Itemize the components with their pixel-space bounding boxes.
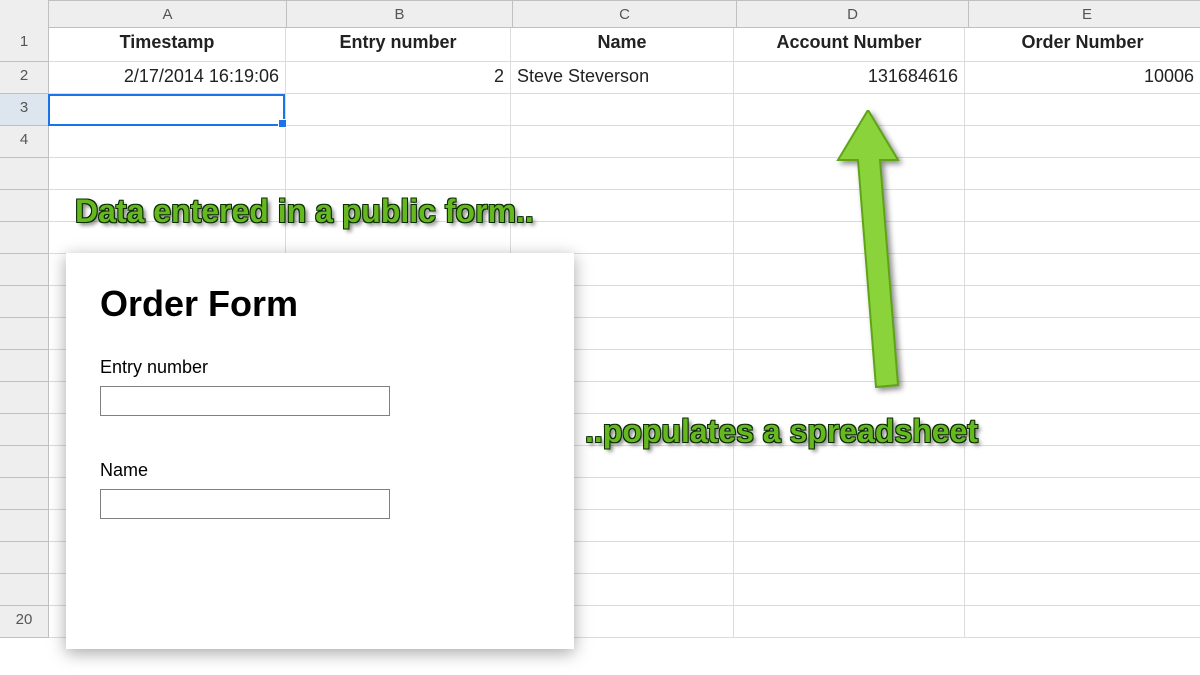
row-header-1[interactable]: 1 [0, 28, 49, 62]
row-header-blank[interactable] [0, 254, 49, 286]
column-header-row: A B C D E [0, 0, 1200, 28]
cell-d1[interactable]: Account Number [734, 28, 965, 62]
cell-c3[interactable] [511, 94, 734, 126]
row-header-blank[interactable] [0, 190, 49, 222]
cell-blank[interactable] [965, 574, 1200, 606]
cell-a2[interactable]: 2/17/2014 16:19:06 [49, 62, 286, 94]
form-field-label-name: Name [100, 460, 540, 481]
cell-blank[interactable] [965, 542, 1200, 574]
cell-blank[interactable] [965, 254, 1200, 286]
cell-e4[interactable] [965, 126, 1200, 158]
cell-a1[interactable]: Timestamp [49, 28, 286, 62]
col-header-d[interactable]: D [737, 0, 969, 28]
cell-blank[interactable] [965, 414, 1200, 446]
col-header-b[interactable]: B [287, 0, 513, 28]
cell-blank[interactable] [286, 158, 511, 190]
cell-blank[interactable] [734, 542, 965, 574]
cell-blank[interactable] [511, 222, 734, 254]
cell-b3[interactable] [286, 94, 511, 126]
row-header-blank[interactable] [0, 574, 49, 606]
cell-b1[interactable]: Entry number [286, 28, 511, 62]
row-header-blank[interactable] [0, 350, 49, 382]
annotation-text-1: Data entered in a public form.. [75, 193, 534, 230]
cell-a4[interactable] [49, 126, 286, 158]
row-header-blank[interactable] [0, 286, 49, 318]
row-header-blank[interactable] [0, 222, 49, 254]
cell-blank[interactable] [965, 318, 1200, 350]
form-field-label-entry-number: Entry number [100, 357, 540, 378]
cell-blank[interactable] [734, 606, 965, 638]
cell-c4[interactable] [511, 126, 734, 158]
cell-blank[interactable] [49, 158, 286, 190]
form-title: Order Form [100, 283, 540, 325]
row-header-2[interactable]: 2 [0, 62, 49, 94]
row-header-blank[interactable] [0, 446, 49, 478]
annotation-text-2: ..populates a spreadsheet [585, 413, 978, 450]
form-overlay: Order Form Entry number Name [66, 253, 574, 649]
col-header-e[interactable]: E [969, 0, 1200, 28]
row-header-blank[interactable] [0, 542, 49, 574]
cell-blank[interactable] [965, 158, 1200, 190]
cell-blank[interactable] [511, 190, 734, 222]
cell-blank[interactable] [965, 190, 1200, 222]
row-1: 1 Timestamp Entry number Name Account Nu… [0, 28, 1200, 62]
row-blank [0, 158, 1200, 190]
arrow-up-icon [808, 110, 928, 410]
col-header-a[interactable]: A [49, 0, 287, 28]
cell-c2[interactable]: Steve Steverson [511, 62, 734, 94]
cell-d2[interactable]: 131684616 [734, 62, 965, 94]
cell-blank[interactable] [965, 446, 1200, 478]
active-cell-outline [48, 94, 285, 126]
row-header-blank[interactable] [0, 318, 49, 350]
cell-b4[interactable] [286, 126, 511, 158]
cell-e3[interactable] [965, 94, 1200, 126]
cell-c1[interactable]: Name [511, 28, 734, 62]
row-header-blank[interactable]: 20 [0, 606, 49, 638]
row-header-blank[interactable] [0, 414, 49, 446]
row-2: 2 2/17/2014 16:19:06 2 Steve Steverson 1… [0, 62, 1200, 94]
cell-blank[interactable] [965, 222, 1200, 254]
entry-number-input[interactable] [100, 386, 390, 416]
cell-blank[interactable] [965, 510, 1200, 542]
row-header-blank[interactable] [0, 158, 49, 190]
cell-e2[interactable]: 10006 [965, 62, 1200, 94]
col-header-c[interactable]: C [513, 0, 737, 28]
cell-blank[interactable] [734, 510, 965, 542]
name-input[interactable] [100, 489, 390, 519]
cell-blank[interactable] [965, 606, 1200, 638]
row-4: 4 [0, 126, 1200, 158]
cell-blank[interactable] [734, 446, 965, 478]
row-header-3[interactable]: 3 [0, 94, 49, 126]
cell-blank[interactable] [965, 286, 1200, 318]
cell-blank[interactable] [965, 478, 1200, 510]
row-header-blank[interactable] [0, 510, 49, 542]
row-header-blank[interactable] [0, 382, 49, 414]
row-header-blank[interactable] [0, 478, 49, 510]
cell-blank[interactable] [734, 574, 965, 606]
cell-blank[interactable] [965, 350, 1200, 382]
cell-b2[interactable]: 2 [286, 62, 511, 94]
fill-handle[interactable] [278, 119, 287, 128]
cell-e1[interactable]: Order Number [965, 28, 1200, 62]
row-header-4[interactable]: 4 [0, 126, 49, 158]
cell-blank[interactable] [511, 158, 734, 190]
cell-blank[interactable] [734, 478, 965, 510]
cell-blank[interactable] [965, 382, 1200, 414]
